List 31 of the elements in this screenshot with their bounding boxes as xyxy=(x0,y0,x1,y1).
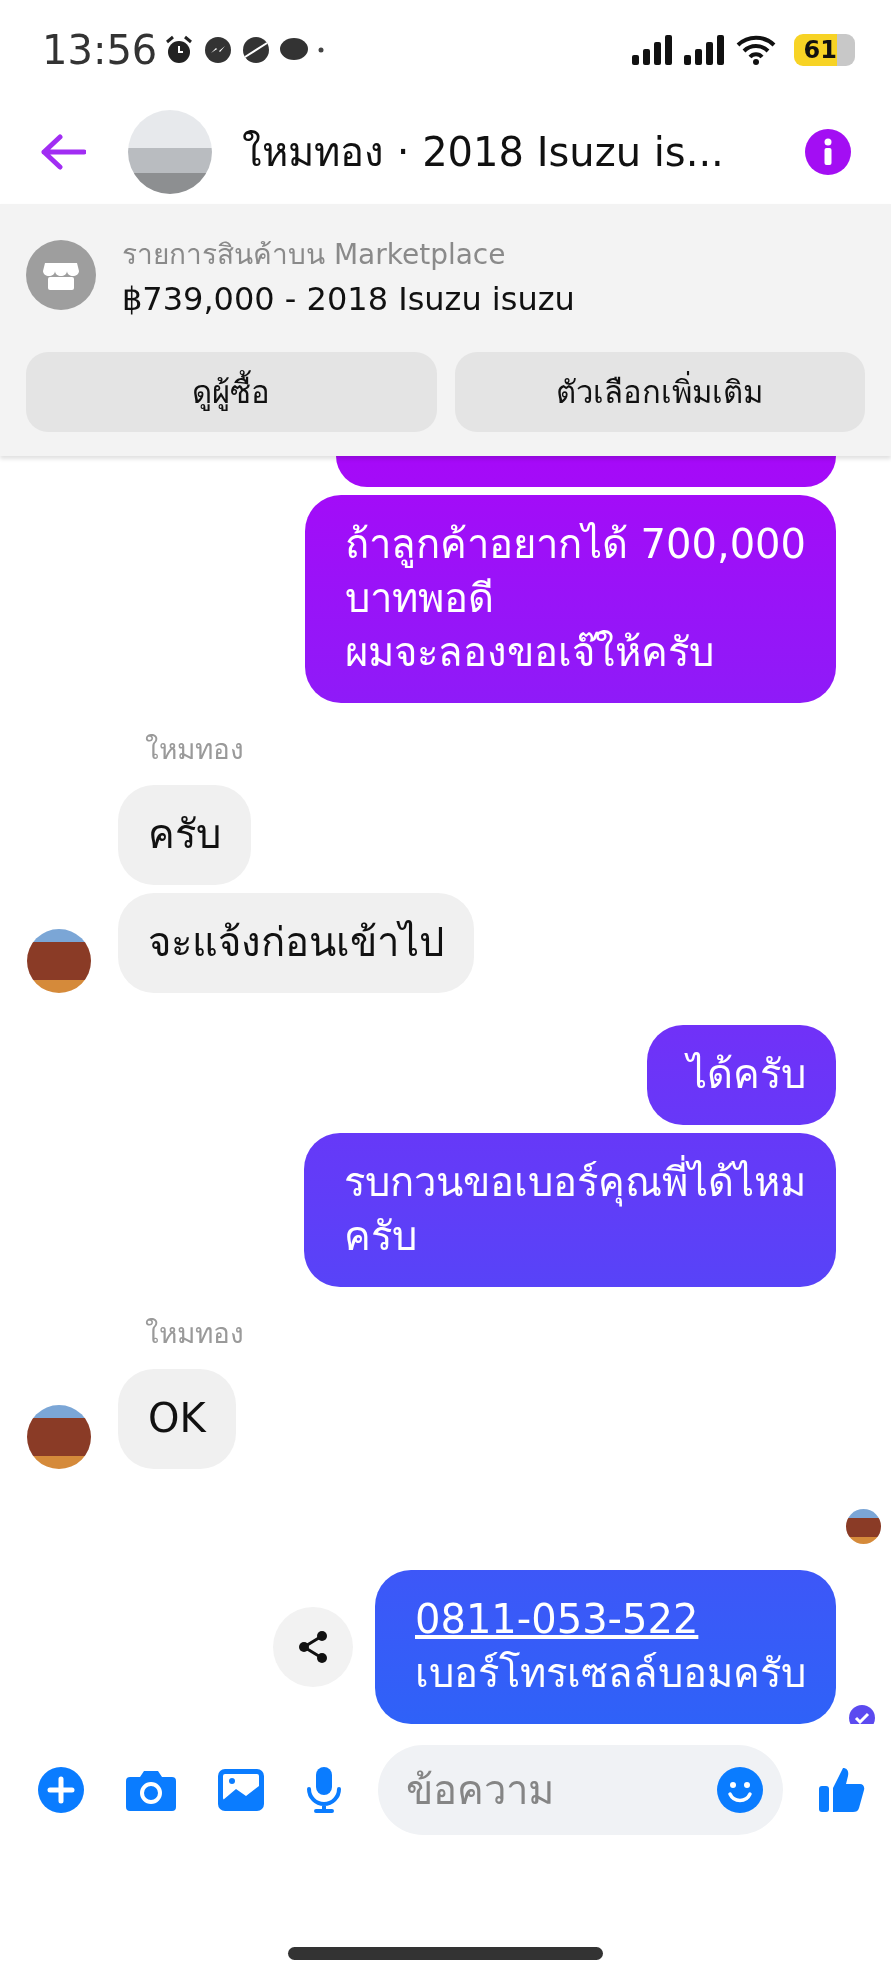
conversation-title: ใหมทอง · 2018 Isuzu is... xyxy=(242,128,725,177)
camera-icon[interactable] xyxy=(126,1769,176,1811)
message-input[interactable]: ข้อความ xyxy=(404,1766,717,1814)
sender-name: ใหมทอง xyxy=(144,1316,245,1352)
info-icon[interactable] xyxy=(805,129,851,175)
phone-link[interactable]: 0811-053-522 xyxy=(415,1596,699,1642)
seen-avatar xyxy=(846,1509,881,1544)
microphone-icon[interactable] xyxy=(306,1767,342,1813)
thumbs-up-icon[interactable] xyxy=(819,1766,865,1814)
message-bubble: ได้ครับ xyxy=(647,1025,836,1125)
clock-time: 13:56 xyxy=(42,27,158,73)
message-bubble: จะแจ้งก่อนเข้าไป xyxy=(118,893,474,993)
listing-button[interactable]: ตัวเลือกเพิ่มเติม xyxy=(454,352,865,432)
back-arrow-icon[interactable] xyxy=(40,134,86,170)
battery-level: 61 xyxy=(793,34,855,66)
listing-button[interactable]: ดูผู้ซื้อ xyxy=(26,352,437,432)
emoji-icon[interactable] xyxy=(717,1767,763,1813)
sender-name: ใหมทอง xyxy=(144,732,245,768)
wifi-icon xyxy=(735,35,776,65)
message-bubble: รบกวนขอเบอร์คุณพี่ได้ไหม ครับ xyxy=(304,1133,836,1287)
message-bubble: ครับ xyxy=(118,785,251,885)
message-bubble: ถ้าลูกค้าอยากได้ 700,000 บาทพอดี ผมจะลองขอเจ๊ให้ครับ xyxy=(304,495,836,703)
plus-icon[interactable] xyxy=(38,1767,84,1813)
dot-icon xyxy=(317,46,326,54)
image-icon[interactable] xyxy=(218,1769,264,1811)
share-icon xyxy=(298,1630,328,1664)
message-bubble: 0811-053-522 เบอร์โทรเซลล์บอมครับ xyxy=(375,1570,836,1724)
message-field[interactable]: ข้อความ xyxy=(378,1745,783,1835)
listing-title: ฿739,000 - 2018 Isuzu isuzu xyxy=(122,280,575,318)
message-bubble: OK xyxy=(118,1369,236,1469)
listing-label: รายการสินค้าบน Marketplace xyxy=(122,237,507,273)
